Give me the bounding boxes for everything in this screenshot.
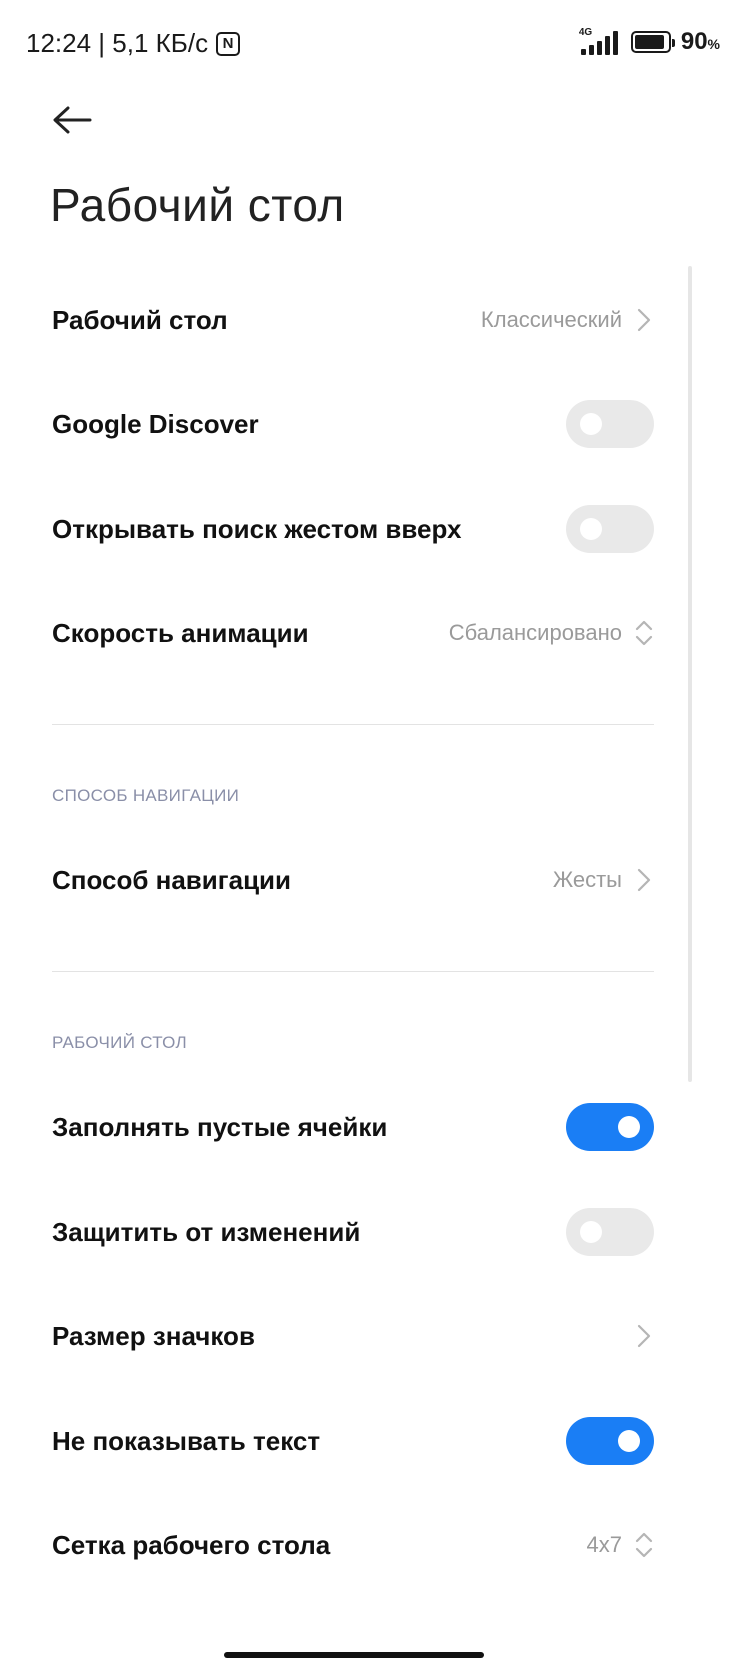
back-arrow-icon <box>53 106 92 134</box>
signal-icon: 4G <box>577 27 621 55</box>
navigation-method-row[interactable]: Способ навигации Жесты <box>52 850 654 910</box>
status-bar: 12:24 | 5,1 КБ/с N 4G 90% <box>0 0 750 84</box>
fill-empty-cells-toggle[interactable] <box>566 1103 654 1151</box>
battery-percent: 90% <box>680 28 720 55</box>
google-discover-label: Google Discover <box>52 408 259 439</box>
hide-text-label: Не показывать текст <box>52 1425 321 1456</box>
hide-text-toggle[interactable] <box>566 1417 654 1465</box>
network-type: 4G <box>578 27 593 38</box>
battery-fill <box>634 35 664 49</box>
google-discover-toggle[interactable] <box>566 400 654 448</box>
battery-icon <box>630 31 675 53</box>
toggle-knob <box>580 1221 602 1243</box>
up-down-chevron-icon <box>634 618 654 648</box>
up-down-chevron-icon <box>634 1530 654 1560</box>
page-title: Рабочий стол <box>50 179 345 231</box>
time-and-speed: 12:24 | 5,1 КБ/с <box>26 28 209 58</box>
google-discover-row[interactable]: Google Discover <box>52 394 654 454</box>
status-left: 12:24 | 5,1 КБ/с N <box>26 28 241 59</box>
status-right: 4G 90% <box>577 27 720 56</box>
icon-size-row[interactable]: Размер значков <box>52 1306 654 1366</box>
icon-size-label: Размер значков <box>52 1320 255 1351</box>
toggle-knob <box>618 1116 640 1138</box>
nfc-icon: N <box>216 31 241 56</box>
grid-value: 4x7 <box>586 1532 622 1557</box>
navigation-section-header: СПОСОБ НАВИГАЦИИ <box>52 786 240 805</box>
scrollbar[interactable] <box>688 266 692 1082</box>
toggle-knob <box>618 1430 640 1452</box>
animation-speed-label: Скорость анимации <box>52 617 309 648</box>
lock-layout-row[interactable]: Защитить от изменений <box>52 1202 654 1262</box>
fill-empty-cells-row[interactable]: Заполнять пустые ячейки <box>52 1097 654 1157</box>
swipe-up-search-label: Открывать поиск жестом вверх <box>52 513 462 544</box>
navigation-method-label: Способ навигации <box>52 864 292 895</box>
home-indicator[interactable] <box>224 1652 484 1658</box>
toggle-knob <box>580 413 602 435</box>
lock-layout-toggle[interactable] <box>566 1208 654 1256</box>
hide-text-row[interactable]: Не показывать текст <box>52 1411 654 1471</box>
lock-layout-label: Защитить от изменений <box>52 1216 361 1247</box>
animation-speed-row[interactable]: Скорость анимации Сбалансировано <box>52 603 654 663</box>
navigation-method-value: Жесты <box>552 867 622 892</box>
desktop-section-header: РАБОЧИЙ СТОЛ <box>52 1033 187 1052</box>
back-button[interactable] <box>50 100 94 140</box>
grid-label: Сетка рабочего стола <box>52 1529 331 1560</box>
chevron-right-icon <box>634 866 654 894</box>
swipe-up-search-row[interactable]: Открывать поиск жестом вверх <box>52 499 654 559</box>
chevron-right-icon <box>634 306 654 334</box>
animation-speed-value: Сбалансировано <box>448 620 622 645</box>
divider <box>52 971 654 972</box>
desktop-mode-label: Рабочий стол <box>52 304 228 335</box>
fill-empty-cells-label: Заполнять пустые ячейки <box>52 1111 388 1142</box>
chevron-right-icon <box>634 1322 654 1350</box>
grid-row[interactable]: Сетка рабочего стола 4x7 <box>52 1515 654 1575</box>
desktop-mode-row[interactable]: Рабочий стол Классический <box>52 290 654 350</box>
toggle-knob <box>580 518 602 540</box>
swipe-up-search-toggle[interactable] <box>566 505 654 553</box>
desktop-mode-value: Классический <box>480 307 622 332</box>
divider <box>52 724 654 725</box>
